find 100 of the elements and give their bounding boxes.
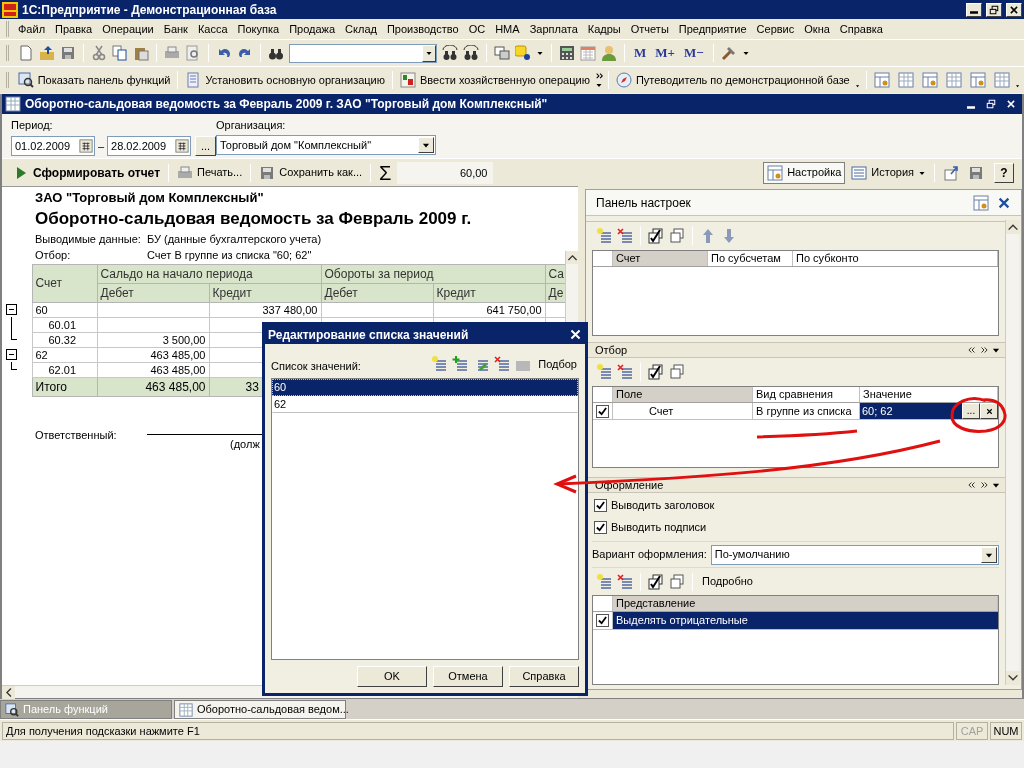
save-as-button[interactable]: Сохранить как... — [256, 161, 366, 184]
menu-item[interactable]: Продажа — [284, 20, 341, 38]
scroll-down-icon[interactable] — [1006, 671, 1020, 685]
calendar-icon[interactable] — [78, 139, 93, 153]
close-button[interactable] — [1006, 2, 1022, 17]
history-button[interactable]: История — [848, 161, 929, 184]
minimize-button[interactable] — [966, 2, 982, 17]
report-icon[interactable] — [873, 72, 890, 88]
dropdown-button[interactable] — [422, 44, 436, 62]
windows-icon[interactable] — [494, 45, 510, 61]
new-document-icon[interactable] — [18, 45, 34, 61]
tools-icon[interactable] — [720, 45, 737, 61]
dialog-button[interactable]: Справка — [509, 666, 579, 687]
menu-item[interactable]: Файл — [13, 20, 51, 38]
toolbar-button[interactable]: Установить основную организацию — [182, 69, 388, 91]
uncheck-all-icon[interactable] — [669, 228, 685, 244]
memory-button[interactable]: M− — [681, 43, 706, 63]
uncheck-all-icon[interactable] — [669, 364, 685, 380]
scroll-up-icon[interactable] — [1006, 220, 1020, 234]
paste-icon[interactable] — [133, 45, 149, 61]
menu-item[interactable]: ОС — [463, 20, 491, 38]
date-field[interactable]: 01.02.2009 — [11, 136, 95, 156]
close-icon[interactable] — [569, 328, 582, 341]
toolbar-button[interactable]: Ввести хозяйственную операцию — [397, 69, 593, 91]
checkbox[interactable] — [596, 614, 609, 627]
list-item[interactable]: 60 — [272, 379, 578, 396]
variant-combobox[interactable]: По-умолчанию — [710, 544, 999, 565]
menu-item[interactable]: Операции — [97, 20, 159, 38]
checkbox[interactable] — [596, 404, 609, 418]
tree-toggle-icon[interactable] — [6, 304, 17, 315]
calendar-icon[interactable] — [174, 139, 189, 153]
open-folder-icon[interactable] — [39, 45, 55, 61]
check-all-icon[interactable] — [648, 228, 664, 244]
print-button[interactable]: Печать... — [174, 161, 246, 184]
menu-item[interactable]: Кадры — [582, 20, 626, 38]
taskbar-tab[interactable]: Оборотно-сальдовая ведом... — [174, 700, 346, 719]
list-item[interactable]: 62 — [272, 396, 578, 413]
save-icon[interactable] — [60, 45, 76, 61]
delete-item-icon[interactable] — [494, 356, 511, 372]
menu-item[interactable]: Справка — [834, 20, 888, 38]
add-item-icon[interactable] — [431, 356, 448, 372]
clear-button[interactable] — [980, 403, 998, 419]
add-row-icon[interactable] — [596, 228, 612, 244]
memory-button[interactable]: M+ — [653, 43, 677, 63]
delete-row-icon[interactable] — [617, 364, 633, 380]
dropdown-button[interactable] — [418, 137, 434, 153]
expand-right-icon[interactable] — [979, 480, 989, 490]
help-icon[interactable] — [515, 45, 531, 61]
find-next-icon[interactable] — [442, 45, 458, 61]
generate-report-button[interactable]: Сформировать отчет — [10, 161, 163, 184]
menu-item[interactable]: Предприятие — [673, 20, 752, 38]
check-all-icon[interactable] — [648, 364, 664, 380]
check-all-icon[interactable] — [648, 573, 664, 590]
toolbar-button[interactable]: Путеводитель по демонстрационной базе — [612, 69, 853, 91]
scissors-icon[interactable] — [91, 45, 107, 61]
dialog-button[interactable]: OK — [357, 666, 427, 687]
add-child-icon[interactable] — [452, 356, 469, 372]
dialog-button[interactable]: Отмена — [433, 666, 503, 687]
close-icon[interactable] — [997, 195, 1011, 210]
delete-row-icon[interactable] — [617, 573, 633, 590]
scroll-left-icon[interactable] — [2, 686, 15, 699]
report-icon[interactable] — [969, 72, 986, 88]
delete-row-icon[interactable] — [617, 228, 633, 244]
restore-button[interactable] — [986, 2, 1002, 17]
preview-icon[interactable] — [185, 45, 201, 61]
expand-right-icon[interactable] — [979, 345, 989, 355]
menu-item[interactable]: Правка — [50, 20, 98, 38]
menu-item[interactable]: Касса — [192, 20, 233, 38]
pick-button[interactable]: Подбор — [536, 355, 579, 373]
menu-item[interactable]: Покупка — [232, 20, 285, 38]
organization-combobox[interactable]: Торговый дом "Комплексный" — [216, 135, 436, 155]
value-field[interactable]: 60; 62 — [860, 403, 962, 419]
collapse-left-icon[interactable] — [967, 480, 977, 490]
add-row-icon[interactable] — [596, 364, 612, 380]
copy-icon[interactable] — [112, 45, 128, 61]
menu-item[interactable]: Отчеты — [625, 20, 674, 38]
tree-toggle-icon[interactable] — [6, 349, 17, 360]
settings-button[interactable]: Настройка — [763, 161, 846, 184]
more-icon[interactable] — [594, 71, 604, 81]
user-icon[interactable] — [601, 45, 617, 61]
checkbox[interactable] — [594, 498, 607, 512]
dropdown-button[interactable] — [981, 546, 997, 563]
select-button[interactable]: ... — [962, 403, 980, 419]
collapse-left-icon[interactable] — [967, 345, 977, 355]
export-icon[interactable] — [943, 164, 959, 181]
menu-item[interactable]: Склад — [340, 20, 382, 38]
caret-icon[interactable] — [854, 82, 860, 90]
save-icon[interactable] — [968, 164, 984, 181]
table-row[interactable]: Выделять отрицательные — [613, 612, 998, 629]
detail-button[interactable]: Подробно — [700, 573, 755, 590]
add-row-icon[interactable] — [596, 573, 612, 590]
menu-item[interactable]: Банк — [158, 20, 193, 38]
menu-item[interactable]: НМА — [490, 20, 525, 38]
find-previous-icon[interactable] — [463, 45, 479, 61]
checkbox[interactable] — [594, 520, 607, 534]
panel-settings-icon[interactable] — [973, 194, 989, 211]
menu-item[interactable]: Сервис — [751, 20, 800, 38]
calculator-icon[interactable] — [559, 45, 575, 61]
menu-item[interactable]: Окна — [799, 20, 835, 38]
toolbar-button[interactable]: Показать панель функций — [14, 69, 174, 91]
